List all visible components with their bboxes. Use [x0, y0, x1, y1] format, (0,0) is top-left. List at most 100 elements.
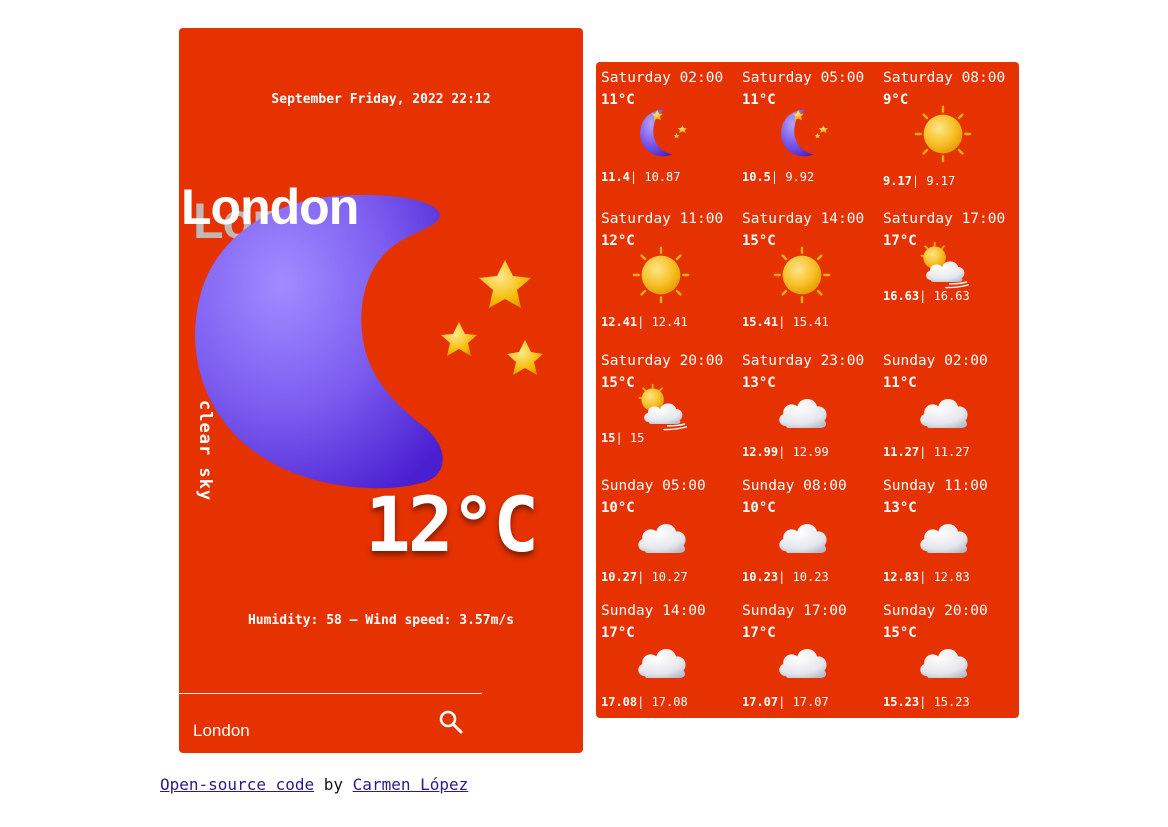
forecast-temp-min: 9.17	[926, 174, 956, 188]
cloud-icon	[914, 383, 974, 447]
forecast-temp-min: 10.23	[792, 570, 829, 584]
forecast-time: Saturday 17:00	[883, 211, 1006, 227]
forecast-range-separator: |	[911, 174, 927, 188]
forecast-temp-range: 15.41| 15.41	[742, 315, 829, 329]
forecast-temp-max: 15.41	[742, 315, 779, 329]
forecast-temp-min: 12.83	[933, 570, 970, 584]
forecast-temp-min: 10.87	[644, 170, 681, 184]
forecast-temp-min: 17.08	[651, 695, 688, 709]
footer: Open-source code by Carmen López	[160, 775, 468, 794]
forecast-temp-range: 12.83| 12.83	[883, 570, 970, 584]
forecast-temp-max: 12.99	[742, 445, 779, 459]
city-search-input[interactable]	[191, 715, 425, 747]
forecast-time: Sunday 20:00	[883, 603, 988, 619]
forecast-range-separator: |	[778, 570, 793, 584]
forecast-time: Saturday 20:00	[601, 353, 724, 369]
current-weather-card: September Friday, 2022 22:12 London Lond…	[179, 28, 583, 753]
forecast-range-separator: |	[637, 315, 652, 329]
forecast-grid: Saturday 02:00 11°C 11.4| 10.87 Saturday 05…	[596, 62, 1019, 718]
forecast-temp-max: 10.23	[742, 570, 779, 584]
forecast-temperature: 17°C	[883, 233, 917, 249]
cloud-icon	[773, 633, 833, 697]
forecast-temp-range: 10.27| 10.27	[601, 570, 688, 584]
forecast-temperature: 10°C	[742, 500, 776, 516]
search-button[interactable]	[436, 708, 466, 738]
forecast-temp-max: 16.63	[883, 289, 920, 303]
forecast-temp-min: 10.27	[651, 570, 688, 584]
forecast-temp-min: 16.63	[933, 289, 970, 303]
forecast-temp-max: 17.08	[601, 695, 638, 709]
forecast-item: Sunday 08:00 10°C 10.23| 10.23	[737, 470, 878, 590]
forecast-temperature: 13°C	[742, 375, 776, 391]
forecast-temp-range: 11.27| 11.27	[883, 445, 970, 459]
cloud-icon	[914, 633, 974, 697]
forecast-time: Sunday 11:00	[883, 478, 988, 494]
forecast-time: Sunday 02:00	[883, 353, 988, 369]
author-link[interactable]: Carmen López	[353, 775, 469, 794]
weather-condition: clear sky	[195, 400, 215, 502]
forecast-temp-max: 12.83	[883, 570, 920, 584]
footer-by-text: by	[323, 775, 344, 794]
forecast-time: Saturday 08:00	[883, 70, 1006, 86]
forecast-temp-range: 15.23| 15.23	[883, 695, 970, 709]
forecast-temp-min: 11.27	[933, 445, 970, 459]
forecast-temp-range: 16.63| 16.63	[883, 289, 970, 303]
forecast-item: Saturday 17:00 17°C 16.63| 16.63	[878, 203, 1019, 323]
forecast-temp-range: 12.41| 12.41	[601, 315, 688, 329]
current-datetime: September Friday, 2022 22:12	[271, 92, 491, 107]
forecast-time: Saturday 23:00	[742, 353, 865, 369]
cloud-icon	[914, 508, 974, 572]
forecast-time: Sunday 08:00	[742, 478, 847, 494]
humidity-wind-info: Humidity: 58 — Wind speed: 3.57m/s	[247, 613, 515, 628]
forecast-range-separator: |	[615, 431, 630, 445]
forecast-temp-range: 17.08| 17.08	[601, 695, 688, 709]
forecast-range-separator: |	[919, 289, 934, 303]
search-icon	[439, 710, 463, 734]
forecast-item: Saturday 02:00 11°C 11.4| 10.87	[596, 62, 737, 184]
forecast-temp-range: 15| 15	[601, 431, 644, 445]
forecast-item: Saturday 23:00 13°C 12.99| 12.99	[737, 345, 878, 465]
cloud-icon	[632, 633, 692, 697]
forecast-range-separator: |	[637, 695, 652, 709]
forecast-temperature: 9°C	[883, 92, 909, 108]
cloud-icon	[773, 508, 833, 572]
sun-icon	[912, 103, 974, 169]
sun-icon	[630, 244, 692, 310]
forecast-time: Sunday 14:00	[601, 603, 706, 619]
forecast-item: Sunday 05:00 10°C 10.27| 10.27	[596, 470, 737, 590]
forecast-item: Sunday 17:00 17°C 17.07| 17.07	[737, 595, 878, 715]
cloud-icon	[632, 508, 692, 572]
forecast-temp-min: 12.99	[792, 445, 829, 459]
cloud-icon	[773, 383, 833, 447]
forecast-temp-max: 15.23	[883, 695, 920, 709]
forecast-item: Sunday 14:00 17°C 17.08| 17.08	[596, 595, 737, 715]
forecast-range-separator: |	[637, 570, 652, 584]
forecast-range-separator: |	[919, 695, 934, 709]
moon-icon	[632, 102, 694, 168]
forecast-temp-range: 10.23| 10.23	[742, 570, 829, 584]
forecast-temp-min: 15	[629, 431, 645, 445]
forecast-temp-max: 10.27	[601, 570, 638, 584]
forecast-time: Saturday 14:00	[742, 211, 865, 227]
forecast-temperature: 15°C	[601, 375, 635, 391]
forecast-range-separator: |	[770, 170, 786, 184]
forecast-temp-min: 17.07	[792, 695, 829, 709]
forecast-item: Sunday 20:00 15°C 15.23| 15.23	[878, 595, 1019, 715]
open-source-code-link[interactable]: Open-source code	[160, 775, 314, 794]
forecast-temp-range: 10.5| 9.92	[742, 170, 814, 184]
forecast-temp-min: 12.41	[651, 315, 688, 329]
forecast-time: Sunday 05:00	[601, 478, 706, 494]
city-name: London	[181, 179, 359, 235]
sun-icon	[771, 244, 833, 310]
forecast-temp-min: 9.92	[785, 170, 815, 184]
forecast-range-separator: |	[778, 445, 793, 459]
forecast-temperature: 11°C	[601, 92, 635, 108]
forecast-temp-max: 11.4	[601, 170, 630, 184]
forecast-item: Saturday 14:00 15°C 15.41| 15.41	[737, 203, 878, 329]
forecast-temperature: 17°C	[601, 625, 635, 641]
forecast-time: Saturday 05:00	[742, 70, 865, 86]
forecast-item: Saturday 20:00 15°C 15| 15	[596, 345, 737, 465]
forecast-range-separator: |	[919, 445, 934, 459]
forecast-temp-max: 10.5	[742, 170, 771, 184]
moon-icon	[773, 102, 835, 168]
